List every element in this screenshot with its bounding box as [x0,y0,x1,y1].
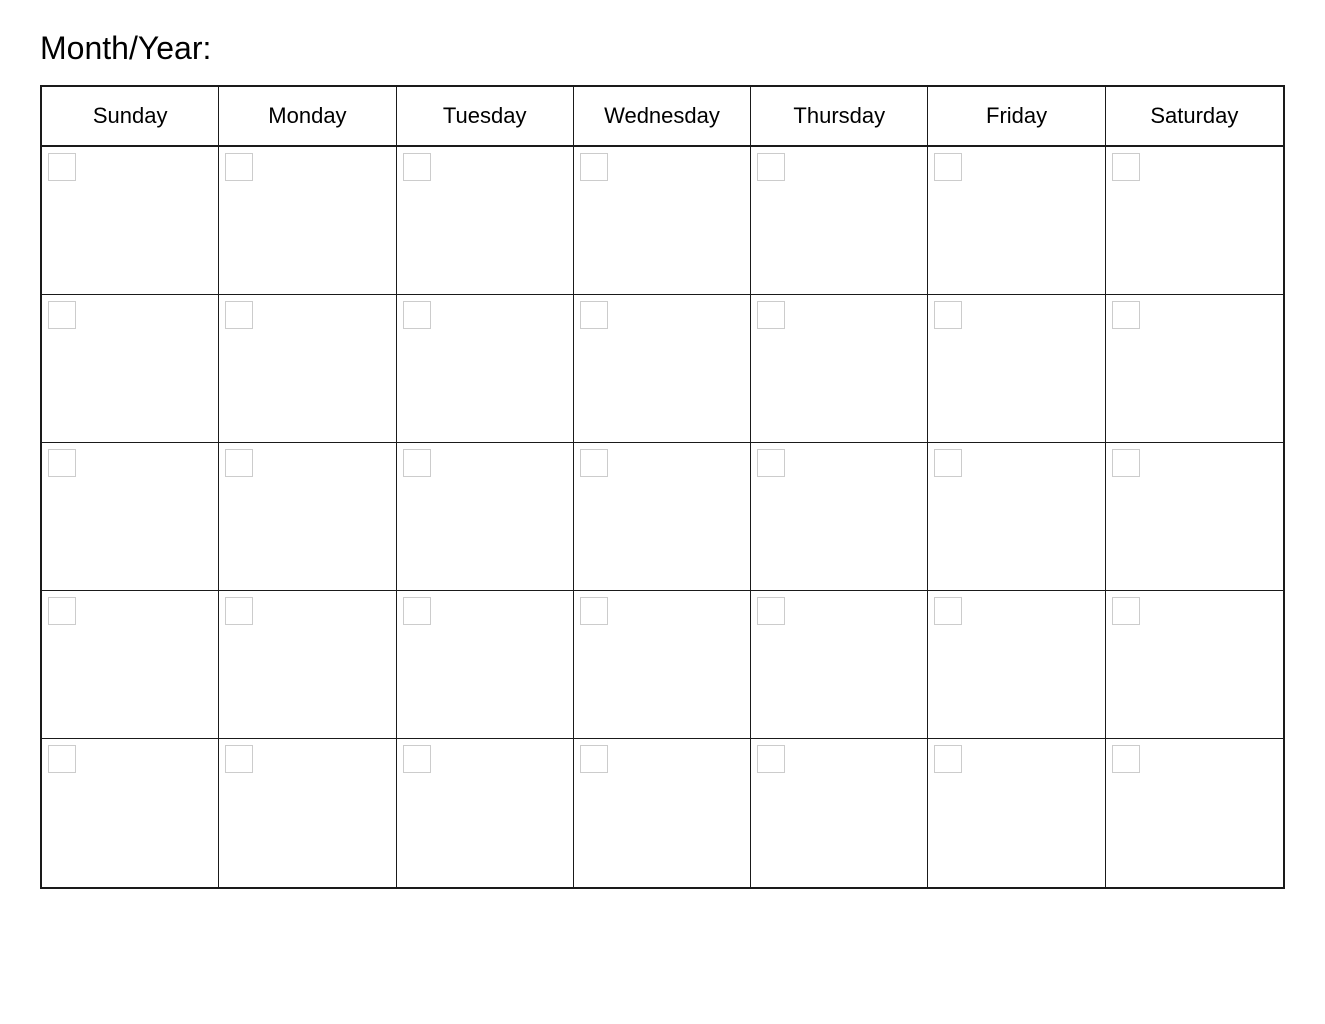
date-box [225,449,253,477]
cell-r5-c2[interactable] [219,739,396,887]
date-box [934,153,962,181]
date-box [403,301,431,329]
date-box [1112,301,1140,329]
cell-r2-c3[interactable] [397,295,574,442]
header-saturday: Saturday [1106,87,1283,145]
header-thursday: Thursday [751,87,928,145]
date-box [580,449,608,477]
calendar-header: Sunday Monday Tuesday Wednesday Thursday… [42,87,1283,147]
date-box [757,745,785,773]
cell-r3-c7[interactable] [1106,443,1283,590]
cell-r4-c4[interactable] [574,591,751,738]
date-box [580,745,608,773]
cell-r4-c7[interactable] [1106,591,1283,738]
cell-r4-c3[interactable] [397,591,574,738]
date-box [48,449,76,477]
date-box [934,301,962,329]
cell-r2-c2[interactable] [219,295,396,442]
cell-r5-c7[interactable] [1106,739,1283,887]
date-box [934,745,962,773]
date-box [48,301,76,329]
cell-r1-c3[interactable] [397,147,574,294]
cell-r4-c5[interactable] [751,591,928,738]
cell-r4-c1[interactable] [42,591,219,738]
cell-r3-c2[interactable] [219,443,396,590]
date-box [1112,597,1140,625]
cell-r3-c4[interactable] [574,443,751,590]
cell-r4-c6[interactable] [928,591,1105,738]
date-box [1112,153,1140,181]
cell-r5-c5[interactable] [751,739,928,887]
calendar-row [42,147,1283,295]
date-box [757,153,785,181]
header-monday: Monday [219,87,396,145]
cell-r5-c6[interactable] [928,739,1105,887]
date-box [48,153,76,181]
cell-r1-c7[interactable] [1106,147,1283,294]
cell-r1-c2[interactable] [219,147,396,294]
cell-r1-c5[interactable] [751,147,928,294]
date-box [403,153,431,181]
date-box [757,449,785,477]
calendar-row [42,443,1283,591]
cell-r2-c4[interactable] [574,295,751,442]
date-box [580,597,608,625]
calendar-row [42,295,1283,443]
header-tuesday: Tuesday [397,87,574,145]
calendar: Sunday Monday Tuesday Wednesday Thursday… [40,85,1285,889]
cell-r2-c6[interactable] [928,295,1105,442]
date-box [48,745,76,773]
date-box [1112,449,1140,477]
cell-r1-c1[interactable] [42,147,219,294]
cell-r2-c1[interactable] [42,295,219,442]
date-box [403,597,431,625]
date-box [48,597,76,625]
date-box [757,597,785,625]
page-title: Month/Year: [40,30,1285,67]
cell-r5-c1[interactable] [42,739,219,887]
cell-r2-c7[interactable] [1106,295,1283,442]
date-box [225,153,253,181]
cell-r3-c1[interactable] [42,443,219,590]
header-sunday: Sunday [42,87,219,145]
date-box [580,301,608,329]
date-box [934,597,962,625]
cell-r1-c4[interactable] [574,147,751,294]
date-box [934,449,962,477]
cell-r4-c2[interactable] [219,591,396,738]
header-wednesday: Wednesday [574,87,751,145]
date-box [1112,745,1140,773]
cell-r5-c3[interactable] [397,739,574,887]
date-box [403,449,431,477]
cell-r3-c3[interactable] [397,443,574,590]
date-box [403,745,431,773]
cell-r1-c6[interactable] [928,147,1105,294]
calendar-row [42,739,1283,887]
cell-r3-c6[interactable] [928,443,1105,590]
cell-r3-c5[interactable] [751,443,928,590]
date-box [225,301,253,329]
cell-r5-c4[interactable] [574,739,751,887]
date-box [757,301,785,329]
cell-r2-c5[interactable] [751,295,928,442]
date-box [580,153,608,181]
date-box [225,745,253,773]
date-box [225,597,253,625]
header-friday: Friday [928,87,1105,145]
calendar-body [42,147,1283,887]
calendar-row [42,591,1283,739]
